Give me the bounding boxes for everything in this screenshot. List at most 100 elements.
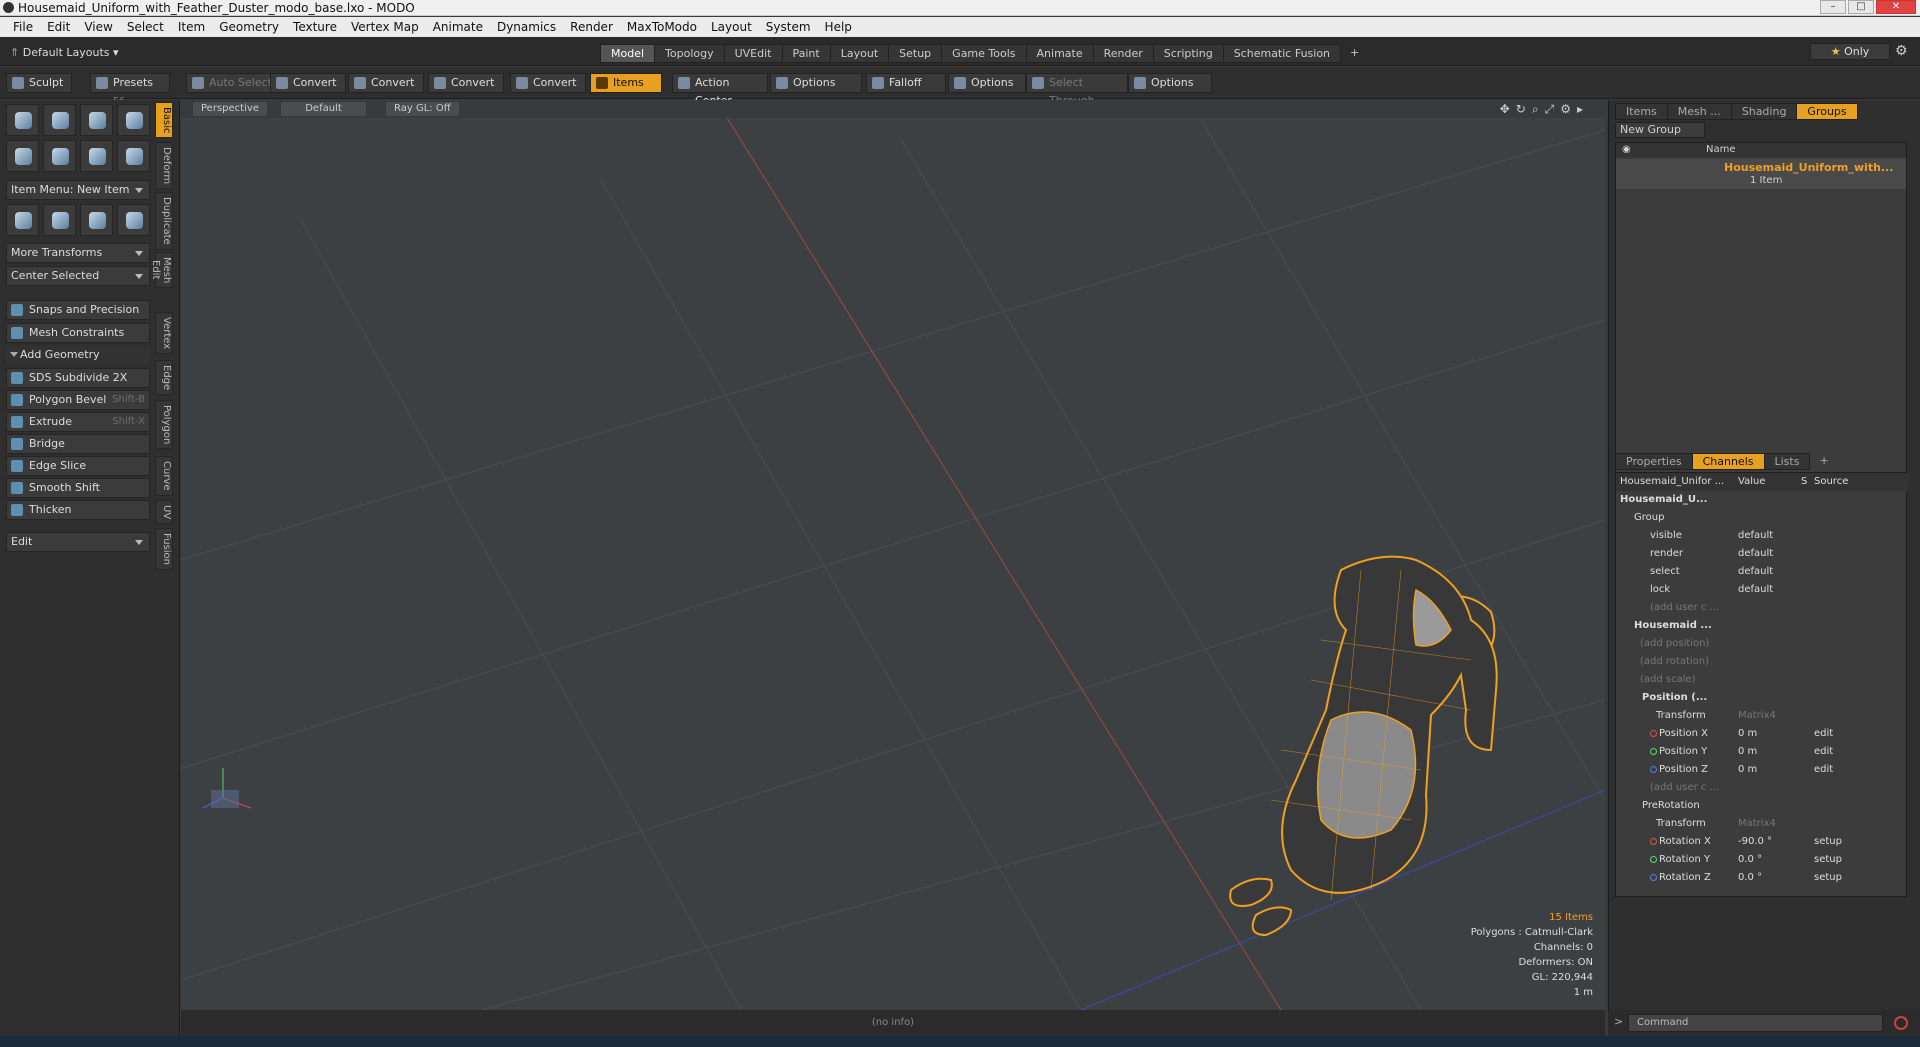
record-icon[interactable] (1894, 1016, 1908, 1030)
tab-lists[interactable]: Lists (1763, 453, 1811, 470)
tab-animate[interactable]: Animate (1025, 44, 1094, 63)
text-icon[interactable] (117, 140, 150, 172)
channel-row[interactable]: visible default (1616, 527, 1908, 545)
grid-icon[interactable] (43, 204, 76, 236)
mesh-constraints-button[interactable]: Mesh Constraints (6, 323, 150, 343)
item-menu-dropdown[interactable]: Item Menu: New Item (6, 180, 150, 200)
convert-button-4[interactable]: Convert (510, 73, 586, 93)
convert-button-2[interactable]: Convert (348, 73, 424, 93)
channel-row[interactable]: PreRotation (1616, 797, 1908, 815)
only-button[interactable]: ★ Only (1810, 43, 1890, 60)
globe-icon[interactable] (80, 204, 113, 236)
vtab-basic[interactable]: Basic (155, 102, 173, 139)
group-row[interactable]: Housemaid_Uniform_with... 1 Item (1616, 159, 1906, 189)
auto-select-button[interactable]: Auto Select (186, 73, 281, 93)
presets-button[interactable]: Presets F6 (90, 73, 170, 107)
tab-items[interactable]: Items (1615, 103, 1668, 120)
tab-uvedit[interactable]: UVEdit (723, 44, 783, 63)
tab-layout[interactable]: Layout (829, 44, 890, 63)
rotate-icon[interactable]: ↻ (1516, 102, 1532, 116)
channel-row[interactable]: Housemaid ... (1616, 617, 1908, 635)
zoom-icon[interactable]: ⌕ (1532, 102, 1545, 116)
channel-row[interactable]: Position (... (1616, 689, 1908, 707)
menu-geometry[interactable]: Geometry (212, 20, 286, 34)
cone-icon[interactable] (117, 104, 150, 136)
layout-selector[interactable]: ⇑ Default Layouts ▾ (10, 46, 119, 59)
tab-topology[interactable]: Topology (654, 44, 725, 63)
gear-icon[interactable]: ⚙ (1560, 102, 1577, 116)
cube-icon[interactable] (6, 104, 39, 136)
raygl-button[interactable]: Ray GL: Off (386, 102, 459, 116)
close-button[interactable]: ✕ (1876, 0, 1916, 14)
menu-view[interactable]: View (77, 20, 119, 34)
maximize-icon[interactable]: ⤢ (1545, 102, 1561, 116)
channel-row[interactable]: Position Y0 m edit (1616, 743, 1908, 761)
vtab-polygon[interactable]: Polygon (155, 400, 173, 450)
menu-animate[interactable]: Animate (426, 20, 490, 34)
menu-system[interactable]: System (759, 20, 818, 34)
channel-row[interactable]: (add position) (1616, 635, 1908, 653)
channel-row[interactable]: (add user c ... (1616, 779, 1908, 797)
channel-row[interactable]: Position X0 m edit (1616, 725, 1908, 743)
add-geometry-header[interactable]: Add Geometry (6, 346, 150, 364)
options-button-1[interactable]: Options (770, 73, 862, 93)
channel-row[interactable]: (add user c ... (1616, 599, 1908, 617)
channel-row[interactable]: (add scale) (1616, 671, 1908, 689)
falloff-button[interactable]: Falloff (866, 73, 946, 93)
action-center-button[interactable]: Action Center (672, 73, 768, 107)
tab-render[interactable]: Render (1092, 44, 1154, 63)
viewport-canvas[interactable] (181, 100, 1605, 1010)
vtab-uv[interactable]: UV (155, 500, 173, 525)
edit-dropdown[interactable]: Edit (6, 532, 150, 552)
channel-row[interactable]: select default (1616, 563, 1908, 581)
snaps-and-precision-button[interactable]: Snaps and Precision (6, 300, 150, 320)
center-selected-dropdown[interactable]: Center Selected (6, 266, 150, 286)
menu-edit[interactable]: Edit (40, 20, 77, 34)
tab-groups[interactable]: Groups (1796, 103, 1858, 120)
vtab-vertex[interactable]: Vertex (155, 312, 173, 355)
menu-file[interactable]: File (6, 20, 40, 34)
locator-icon[interactable] (6, 204, 39, 236)
maximize-button[interactable]: □ (1848, 0, 1874, 14)
tool-thicken[interactable]: Thicken (6, 500, 150, 520)
channel-row[interactable]: Position Z0 m edit (1616, 761, 1908, 779)
sphere-icon[interactable] (43, 104, 76, 136)
tab-paint[interactable]: Paint (781, 44, 831, 63)
more-transforms-dropdown[interactable]: More Transforms (6, 243, 150, 263)
channel-row[interactable]: lock default (1616, 581, 1908, 599)
channel-row[interactable]: Transform Matrix4 (1616, 815, 1908, 833)
menu-dynamics[interactable]: Dynamics (490, 20, 563, 34)
convert-button-3[interactable]: Convert (428, 73, 504, 93)
viewport-nav-icons[interactable]: ✥↻⌕⤢⚙▸ (1500, 102, 1589, 117)
tool-sds-subdivide[interactable]: SDS Subdivide 2X (6, 368, 150, 388)
channel-row[interactable]: Transform Matrix4 (1616, 707, 1908, 725)
tab-scripting[interactable]: Scripting (1152, 44, 1224, 63)
channel-row[interactable]: (add rotation) (1616, 653, 1908, 671)
vtab-deform[interactable]: Deform (155, 142, 173, 190)
pen-icon[interactable] (80, 140, 113, 172)
play-icon[interactable]: ▸ (1577, 102, 1589, 116)
convert-button-1[interactable]: Convert (270, 73, 346, 93)
vtab-edge[interactable]: Edge (155, 360, 173, 396)
tool-smooth-shift[interactable]: Smooth Shift (6, 478, 150, 498)
options-button-3[interactable]: Options (1128, 73, 1212, 93)
menu-item[interactable]: Item (171, 20, 212, 34)
tool-edge-slice[interactable]: Edge Slice (6, 456, 150, 476)
new-group-button[interactable]: New Group (1615, 122, 1705, 138)
channel-row[interactable]: Rotation X -90.0 ° setup (1616, 833, 1908, 851)
menu-layout[interactable]: Layout (704, 20, 759, 34)
vtab-mesh-edit[interactable]: Mesh Edit (150, 252, 173, 289)
pan-icon[interactable]: ✥ (1500, 102, 1516, 116)
items-mode-button[interactable]: Items (590, 73, 662, 93)
menu-help[interactable]: Help (818, 20, 859, 34)
menu-render[interactable]: Render (563, 20, 620, 34)
3d-viewport[interactable]: Perspective Default Ray GL: Off ✥↻⌕⤢⚙▸ 1… (181, 100, 1605, 1010)
command-input[interactable]: Command (1628, 1014, 1883, 1032)
tool-extrude[interactable]: Extrude Shift-X (6, 412, 150, 432)
tab-game-tools[interactable]: Game Tools (941, 44, 1027, 63)
tab-setup[interactable]: Setup (888, 44, 943, 63)
vtab-fusion[interactable]: Fusion (155, 528, 173, 570)
tab-shading[interactable]: Shading (1730, 103, 1798, 120)
pyramid-icon[interactable] (117, 204, 150, 236)
vtab-curve[interactable]: Curve (155, 456, 173, 496)
